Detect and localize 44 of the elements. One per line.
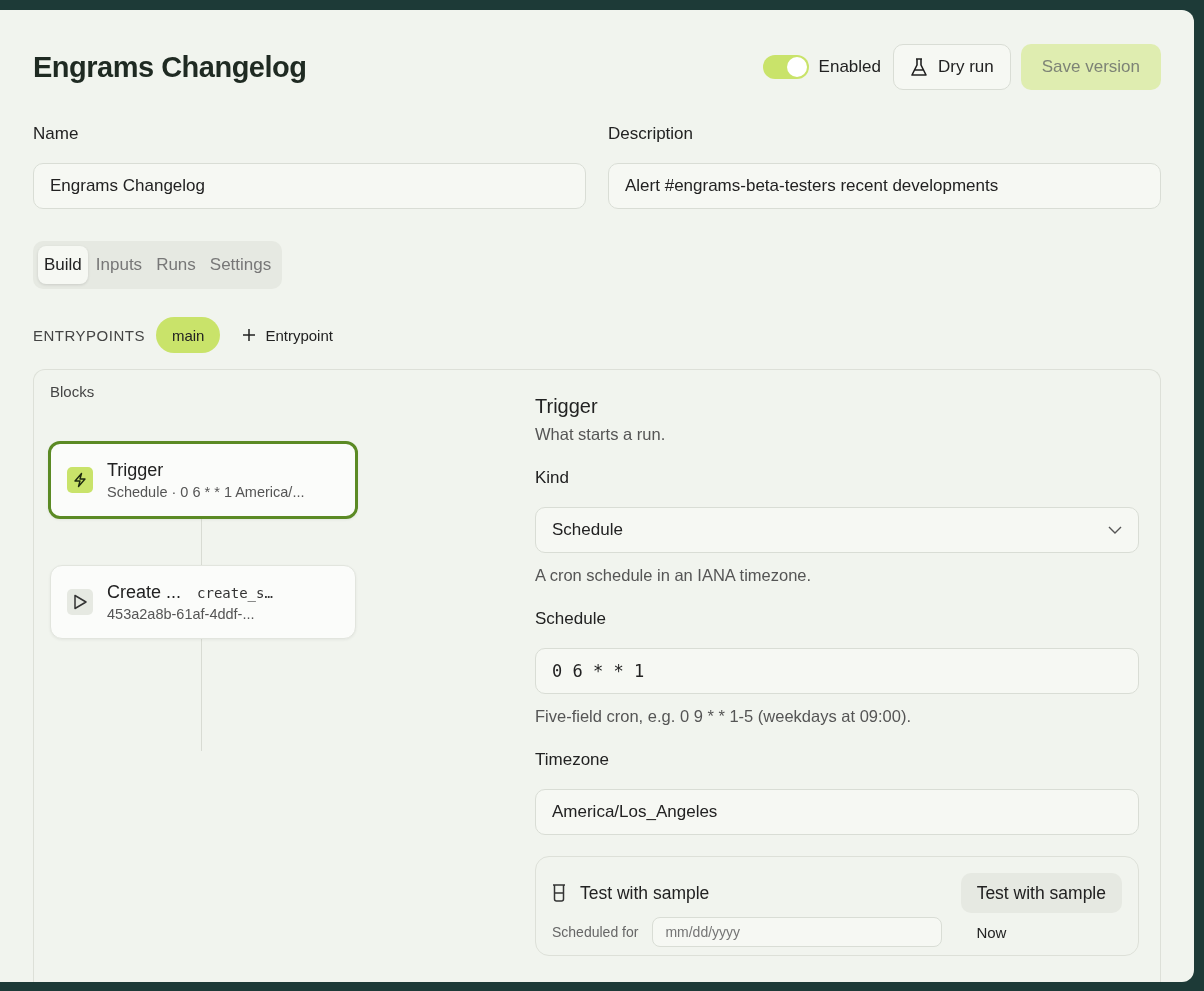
flask-icon [910, 57, 928, 77]
field-label: Name [33, 124, 80, 144]
block-title: Trigger [107, 460, 164, 481]
tab[interactable]: Runs [150, 246, 202, 284]
test-title: Test with sample [580, 882, 711, 904]
tab[interactable]: Settings [203, 246, 278, 284]
chevron-down-icon [1108, 526, 1122, 534]
plus-icon [242, 328, 257, 342]
enabled-toggle[interactable] [762, 55, 809, 79]
detail-title: Trigger [535, 395, 599, 418]
text-field[interactable]: Alert #engrams-beta-testers recent developments [608, 163, 1161, 209]
detail-subtitle: What starts a run. [535, 425, 667, 444]
block-subtitle: 453a2a8b-61af-4ddf-... [107, 606, 256, 622]
dry-run-button[interactable]: Dry run [893, 44, 1011, 90]
field-label: Timezone [535, 750, 610, 770]
test-with-sample-button[interactable]: Test with sample [960, 873, 1122, 913]
date-field[interactable]: mm/dd/yyyy [652, 917, 943, 947]
timezone-field[interactable]: America/Los_Angeles [535, 789, 1139, 835]
help-text: A cron schedule in an IANA timezone. [535, 566, 813, 585]
lightning-icon [67, 467, 93, 493]
page-title: Engrams Changelog [33, 50, 307, 84]
tab[interactable]: Build [38, 246, 88, 284]
entrypoint-chip[interactable]: main [155, 317, 221, 353]
block-card[interactable]: Create ... create_s… 453a2a8b-61af-4ddf-... [50, 565, 356, 639]
scheduled-for-label: Scheduled for [552, 924, 639, 940]
block-code: create_s… [197, 585, 273, 601]
beaker-icon [552, 884, 566, 902]
field-label: Schedule [535, 609, 607, 629]
block-title: Create ... [107, 582, 182, 603]
entrypoints-label: ENTRYPOINTS [33, 326, 145, 344]
field-label: Description [608, 124, 695, 144]
enabled-label: Enabled [818, 57, 881, 77]
text-field[interactable]: Engrams Changelog [33, 163, 586, 209]
block-subtitle: Schedule · 0 6 * * 1 America/... [107, 484, 305, 500]
blocks-title: Blocks [50, 383, 95, 400]
tab[interactable]: Inputs [89, 246, 149, 284]
schedule-field[interactable]: 0 6 * * 1 [535, 648, 1139, 694]
kind-select[interactable]: Schedule [535, 507, 1139, 553]
play-icon [67, 589, 93, 615]
field-label: Kind [535, 468, 571, 488]
now-button[interactable]: Now [970, 922, 1013, 942]
block-card[interactable]: Trigger Schedule · 0 6 * * 1 America/... [48, 441, 358, 519]
add-entrypoint-button[interactable]: Entrypoint [236, 325, 339, 345]
help-text: Five-field cron, e.g. 0 9 * * 1-5 (weekdays at 09:00). [535, 707, 913, 726]
